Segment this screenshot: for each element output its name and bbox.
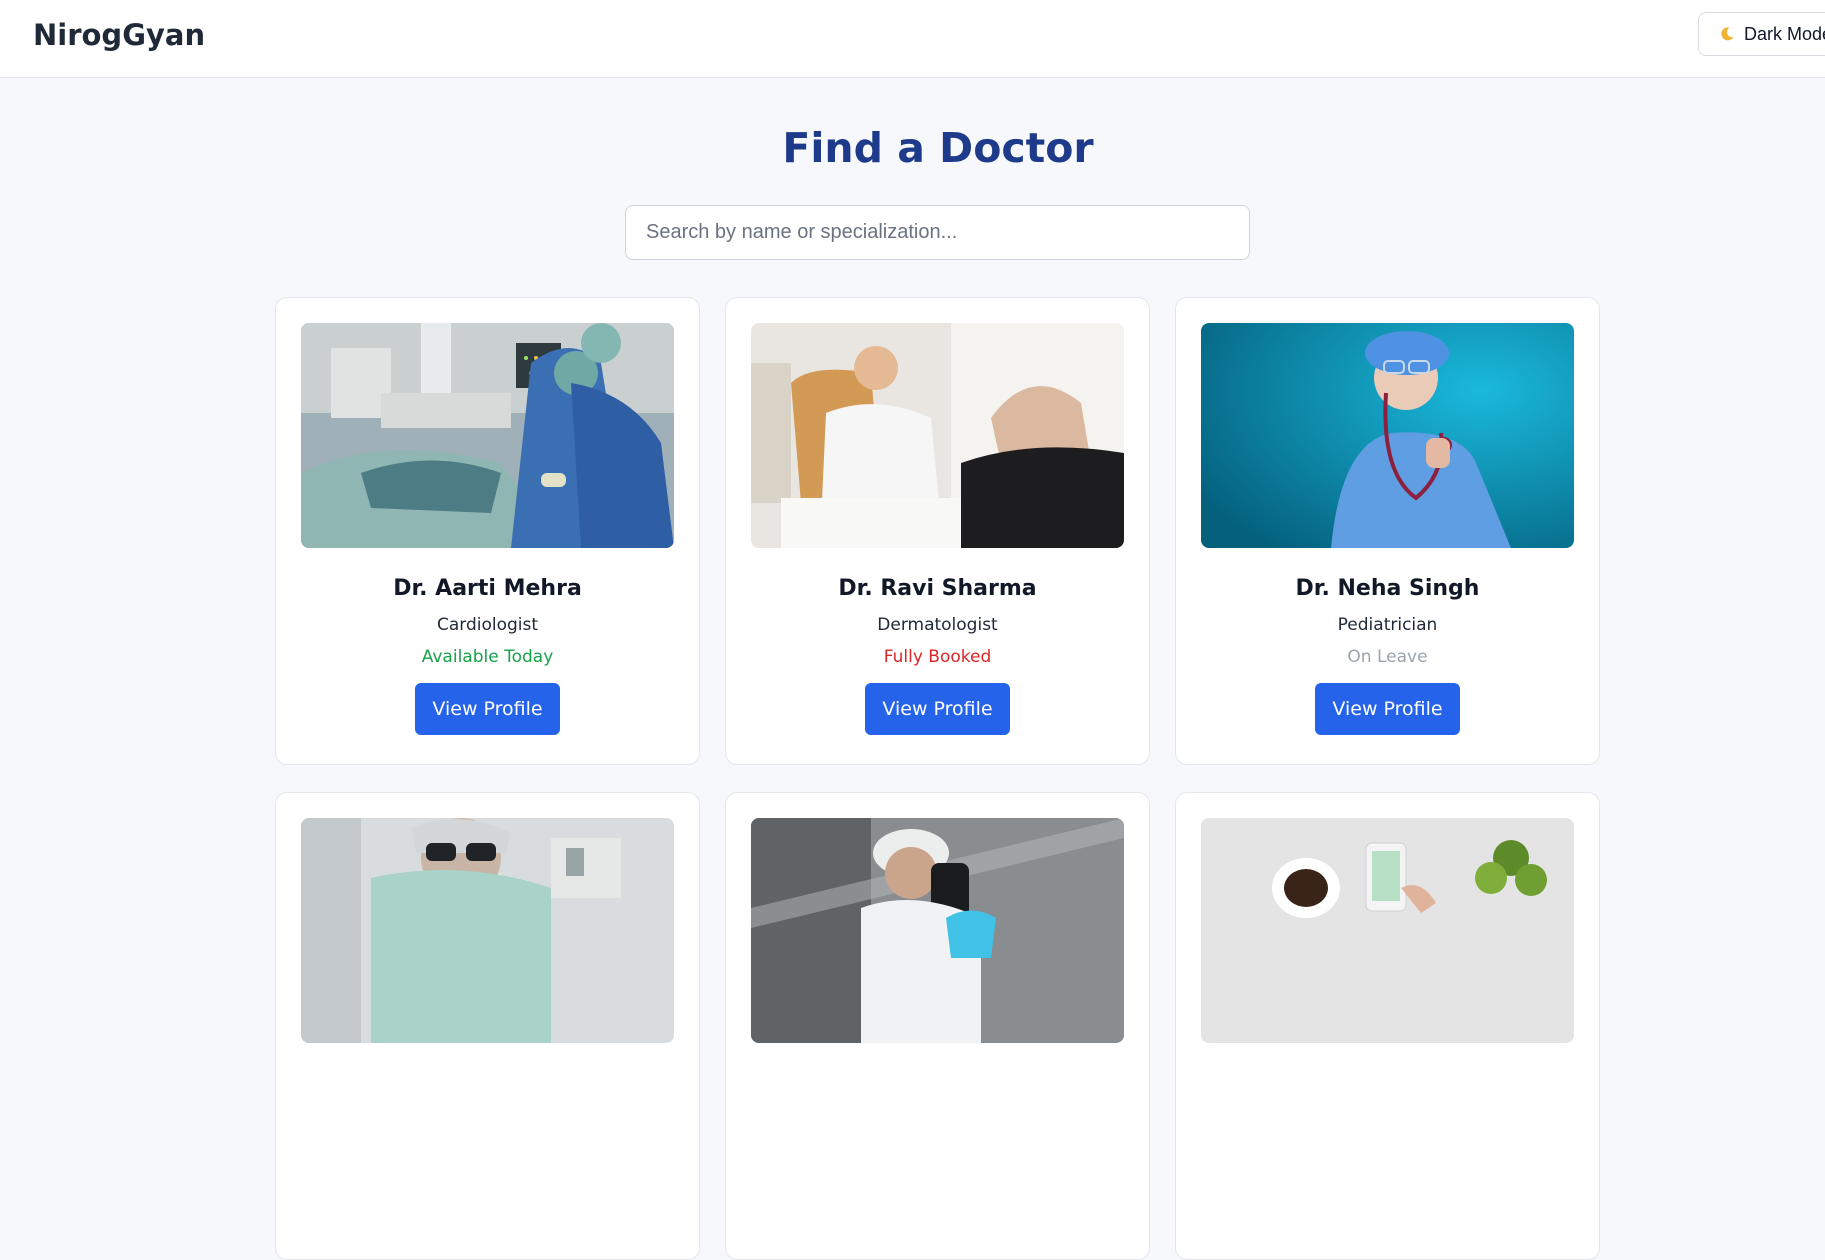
moon-icon xyxy=(1719,26,1735,42)
doctor-photo xyxy=(1201,323,1574,548)
doctor-specialization: Cardiologist xyxy=(436,615,539,635)
doctor-card xyxy=(1175,792,1600,1260)
dark-mode-label: Dark Mode xyxy=(1744,23,1825,44)
view-profile-button[interactable]: View Profile xyxy=(865,683,1010,735)
doctor-photo xyxy=(301,323,674,548)
doctor-specialization: Pediatrician xyxy=(1337,615,1438,635)
view-profile-button[interactable]: View Profile xyxy=(1315,683,1460,735)
brand-logo[interactable]: NirogGyan xyxy=(33,18,205,52)
doctor-card: Dr. Ravi Sharma Dermatologist Fully Book… xyxy=(725,297,1150,765)
doctor-grid: Dr. Aarti Mehra Cardiologist Available T… xyxy=(275,297,1601,1260)
availability-status: On Leave xyxy=(1347,647,1428,667)
doctor-photo xyxy=(751,323,1124,548)
availability-status: Available Today xyxy=(421,647,554,667)
page-title: Find a Doctor xyxy=(782,124,1094,172)
doctor-name: Dr. Aarti Mehra xyxy=(393,576,582,601)
doctor-photo xyxy=(301,818,674,1043)
doctor-card xyxy=(725,792,1150,1260)
doctor-card: Dr. Neha Singh Pediatrician On Leave Vie… xyxy=(1175,297,1600,765)
doctor-photo xyxy=(751,818,1124,1043)
doctor-card: Dr. Aarti Mehra Cardiologist Available T… xyxy=(275,297,700,765)
top-navbar: NirogGyan Dark Mode xyxy=(0,0,1825,78)
doctor-photo xyxy=(1201,818,1574,1043)
doctor-name: Dr. Neha Singh xyxy=(1295,576,1480,601)
doctor-card xyxy=(275,792,700,1260)
availability-status: Fully Booked xyxy=(883,647,992,667)
doctor-name: Dr. Ravi Sharma xyxy=(838,576,1037,601)
doctor-specialization: Dermatologist xyxy=(877,615,998,635)
dark-mode-toggle[interactable]: Dark Mode xyxy=(1698,12,1825,56)
search-input[interactable] xyxy=(625,205,1250,260)
view-profile-button[interactable]: View Profile xyxy=(415,683,560,735)
